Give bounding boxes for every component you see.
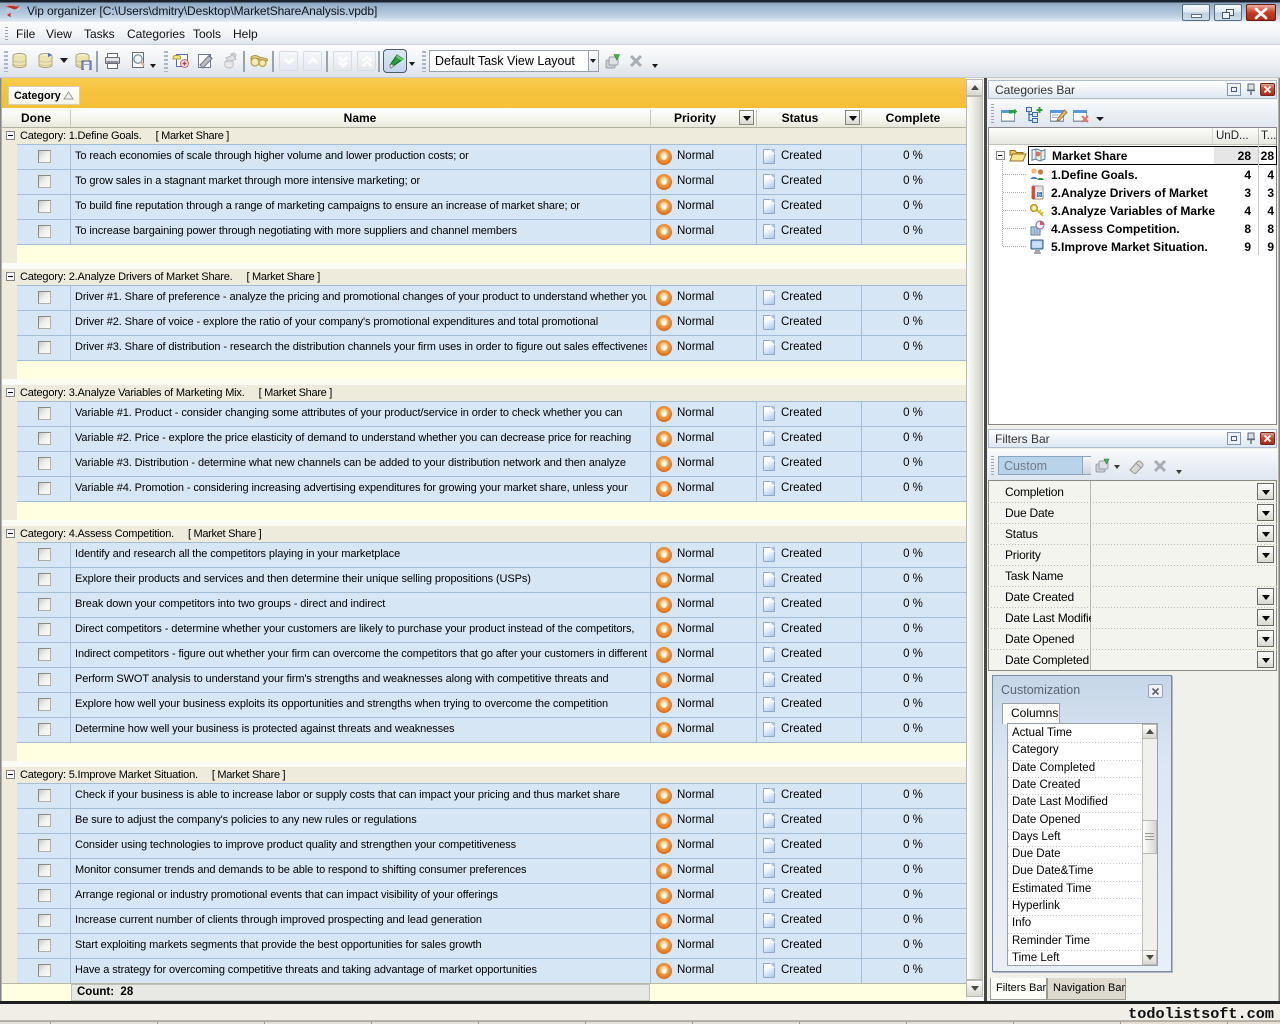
svg-text:5: 5	[1038, 193, 1041, 199]
